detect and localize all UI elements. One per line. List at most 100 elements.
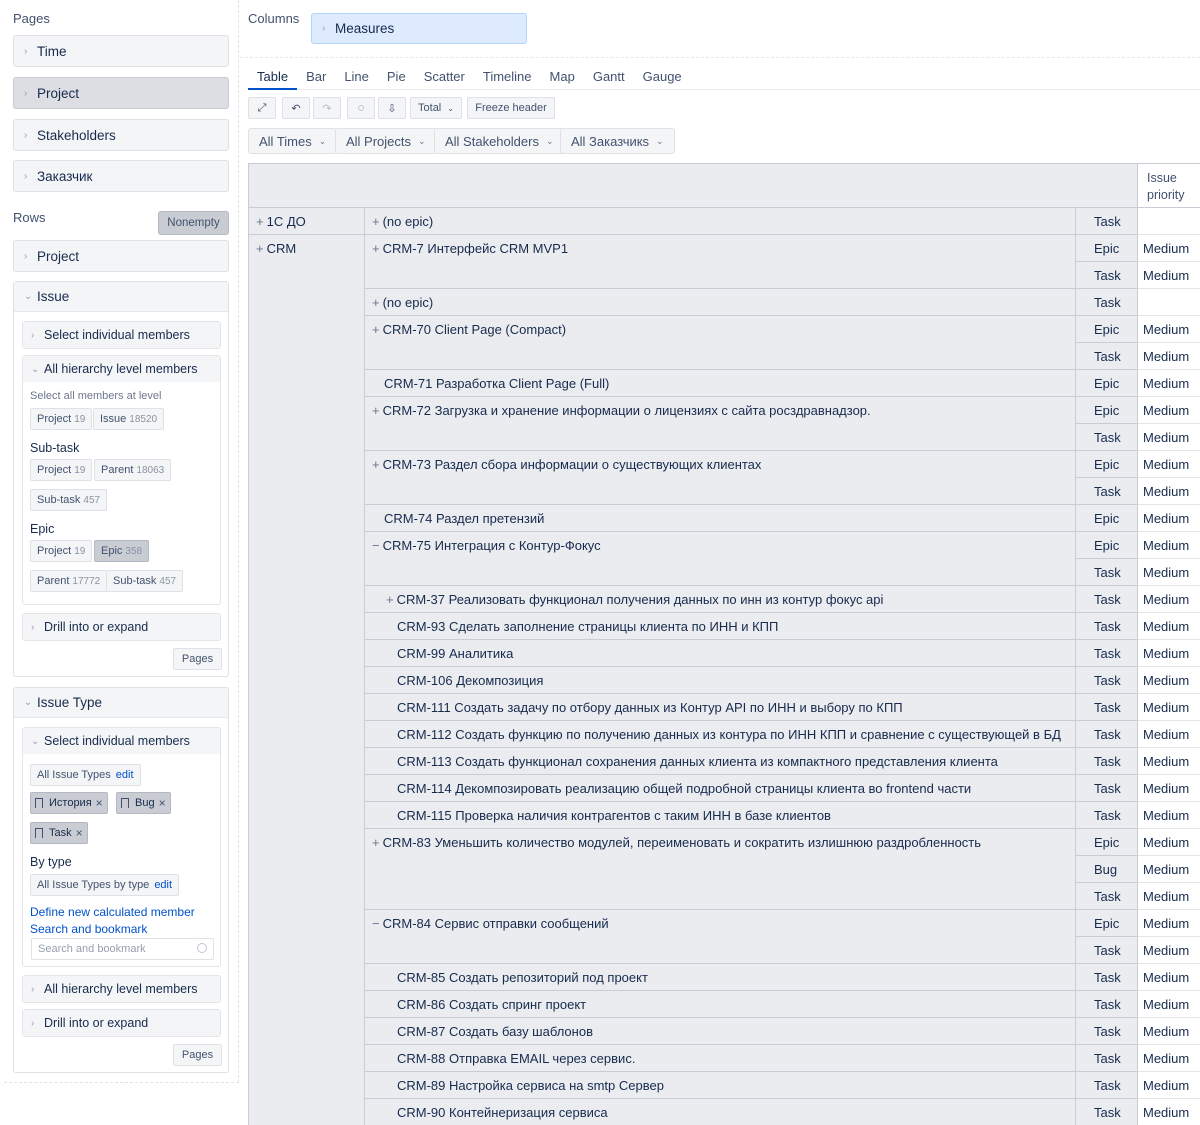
pages-item-project[interactable]: › Project (13, 77, 229, 109)
tab-timeline[interactable]: Timeline (474, 62, 541, 90)
search-bookmark-input[interactable]: Search and bookmark (31, 938, 214, 960)
drill-into-or-expand[interactable]: › Drill into or expand (22, 613, 221, 641)
issue-type-cell[interactable]: Task (1076, 721, 1137, 748)
issue-type-cell[interactable]: Epic (1076, 910, 1137, 937)
issue-row-header[interactable]: CRM-87 Создать базу шаблонов (365, 1018, 1076, 1045)
nonempty-toggle[interactable]: Nonempty (158, 211, 229, 235)
issue-row-header[interactable]: + CRM-70 Client Page (Compact) (365, 316, 1076, 370)
issue-type-cell[interactable]: Epic (1076, 370, 1137, 397)
issue-dimension-header[interactable]: ⌄ Issue (14, 282, 228, 312)
issue-type-cell[interactable]: Bug (1076, 856, 1137, 883)
issue-type-cell[interactable]: Task (1076, 262, 1137, 289)
issue-type-cell[interactable]: Task (1076, 748, 1137, 775)
issue-row-header[interactable]: CRM-112 Создать функцию по получению дан… (365, 721, 1076, 748)
issue-type-cell[interactable]: Task (1076, 775, 1137, 802)
expand-icon[interactable]: + (372, 214, 380, 229)
expand-icon[interactable]: + (372, 322, 380, 337)
move-to-pages-button[interactable]: Pages (173, 648, 222, 670)
level-chip-parent[interactable]: Parent 17772 (30, 570, 108, 592)
filter-all-projects[interactable]: All Projects ⌄ (335, 128, 437, 154)
issue-row-header[interactable]: CRM-113 Создать функционал сохранения да… (365, 748, 1076, 775)
issue-row-header[interactable]: CRM-93 Сделать заполнение страницы клиен… (365, 613, 1076, 640)
issue-row-header[interactable]: CRM-74 Раздел претензий (365, 505, 1076, 532)
select-individual-members[interactable]: › Select individual members (22, 321, 221, 349)
expand-icon[interactable]: + (386, 592, 394, 607)
edit-link[interactable]: edit (154, 879, 172, 891)
level-chip-project[interactable]: Project 19 (30, 540, 93, 562)
issue-type-cell[interactable]: Task (1076, 667, 1137, 694)
issue-type-cell[interactable]: Task (1076, 802, 1137, 829)
all-issue-types-chip[interactable]: All Issue Types edit (30, 764, 141, 786)
issue-row-header[interactable]: + (no epic) (365, 289, 1076, 316)
issue-row-header[interactable]: + CRM-37 Реализовать функционал получения… (365, 586, 1076, 613)
tab-bar[interactable]: Bar (297, 62, 335, 90)
expand-icon[interactable]: + (372, 457, 380, 472)
issue-type-cell[interactable]: Task (1076, 1072, 1137, 1099)
filter-all-times[interactable]: All Times ⌄ (248, 128, 338, 154)
issue-type-cell[interactable]: Task (1076, 1045, 1137, 1072)
expand-icon[interactable]: + (372, 241, 380, 256)
issue-row-header[interactable]: CRM-88 Отправка EMAIL через сервис. (365, 1045, 1076, 1072)
issue-type-cell[interactable]: Task (1076, 964, 1137, 991)
undo-button[interactable]: ↶ (282, 97, 310, 119)
issue-type-cell[interactable]: Task (1076, 424, 1137, 451)
search-and-bookmark-link[interactable]: Search and bookmark (30, 922, 147, 936)
issue-row-header[interactable]: CRM-106 Декомпозиция (365, 667, 1076, 694)
issue-type-cell[interactable]: Task (1076, 1018, 1137, 1045)
pages-item-stakeholders[interactable]: › Stakeholders (13, 119, 229, 151)
issue-row-header[interactable]: CRM-89 Настройка сервиса на smtp Сервер (365, 1072, 1076, 1099)
expand-icon[interactable]: + (372, 835, 380, 850)
issue-row-header[interactable]: + CRM-7 Интерфейс CRM MVP1 (365, 235, 1076, 289)
issue-type-dimension-header[interactable]: ⌄ Issue Type (14, 688, 228, 718)
level-chip-project[interactable]: Project 19 (30, 459, 93, 481)
level-chip-issue[interactable]: Issue 18520 (93, 408, 165, 430)
issue-type-cell[interactable]: Epic (1076, 532, 1137, 559)
issue-row-header[interactable]: CRM-115 Проверка наличия контрагентов с … (365, 802, 1076, 829)
issue-type-cell[interactable]: Task (1076, 1099, 1137, 1125)
tab-pie[interactable]: Pie (378, 62, 415, 90)
column-header-issue-priority[interactable]: Issue priority (1137, 164, 1200, 208)
pages-item-zakazchik[interactable]: › Заказчик (13, 160, 229, 192)
issue-type-cell[interactable]: Task (1076, 478, 1137, 505)
drill-into-or-expand[interactable]: › Drill into or expand (22, 1009, 221, 1037)
all-hierarchy-header[interactable]: ⌄ All hierarchy level members (23, 356, 220, 382)
level-chip-project[interactable]: Project 19 (30, 408, 93, 430)
issue-type-cell[interactable]: Task (1076, 586, 1137, 613)
issue-row-header[interactable]: + CRM-72 Загрузка и хранение информации о… (365, 397, 1076, 451)
member-tag-task[interactable]: Task × (30, 822, 88, 844)
filter-all-zakazchiks[interactable]: All Заказчикs ⌄ (560, 128, 675, 154)
issue-type-cell[interactable]: Task (1076, 937, 1137, 964)
tab-line[interactable]: Line (335, 62, 378, 90)
level-chip-subtask[interactable]: Sub-task 457 (30, 489, 108, 511)
issue-row-header[interactable]: + CRM-83 Уменьшить количество модулей, пе… (365, 829, 1076, 910)
tab-map[interactable]: Map (541, 62, 584, 90)
redo-button[interactable]: ↷ (313, 97, 341, 119)
issue-type-cell[interactable]: Task (1076, 613, 1137, 640)
issue-row-header[interactable]: − CRM-75 Интеграция с Контур-Фокус (365, 532, 1076, 586)
select-individual-header[interactable]: ⌄ Select individual members (23, 728, 220, 754)
issue-row-header[interactable]: CRM-99 Аналитика (365, 640, 1076, 667)
comment-button[interactable]: ◌ (347, 97, 375, 119)
remove-icon[interactable]: × (76, 826, 83, 840)
measures-column-pill[interactable]: › Measures (311, 13, 527, 44)
issue-type-cell[interactable]: Epic (1076, 397, 1137, 424)
tab-gauge[interactable]: Gauge (634, 62, 691, 90)
remove-icon[interactable]: × (96, 796, 103, 810)
edit-link[interactable]: edit (116, 769, 134, 781)
expand-icon[interactable]: + (372, 295, 380, 310)
issue-type-cell[interactable]: Task (1076, 343, 1137, 370)
issue-type-cell[interactable]: Task (1076, 991, 1137, 1018)
issue-type-cell[interactable]: Epic (1076, 829, 1137, 856)
level-chip-epic-selected[interactable]: Epic 358 (94, 540, 150, 562)
all-hierarchy-level-members[interactable]: › All hierarchy level members (22, 975, 221, 1003)
issue-type-cell[interactable]: Epic (1076, 451, 1137, 478)
issue-type-cell[interactable]: Task (1076, 289, 1137, 316)
issue-row-header[interactable]: + CRM-73 Раздел сбора информации о сущест… (365, 451, 1076, 505)
issue-row-header[interactable]: CRM-86 Создать спринг проект (365, 991, 1076, 1018)
issue-row-header[interactable]: + (no epic) (365, 208, 1076, 235)
expand-icon[interactable]: + (372, 403, 380, 418)
total-dropdown[interactable]: Total ⌄ (410, 97, 462, 119)
tab-table[interactable]: Table (248, 62, 298, 90)
member-tag-bug[interactable]: Bug × (116, 792, 171, 814)
rows-item-project[interactable]: › Project (13, 240, 229, 272)
